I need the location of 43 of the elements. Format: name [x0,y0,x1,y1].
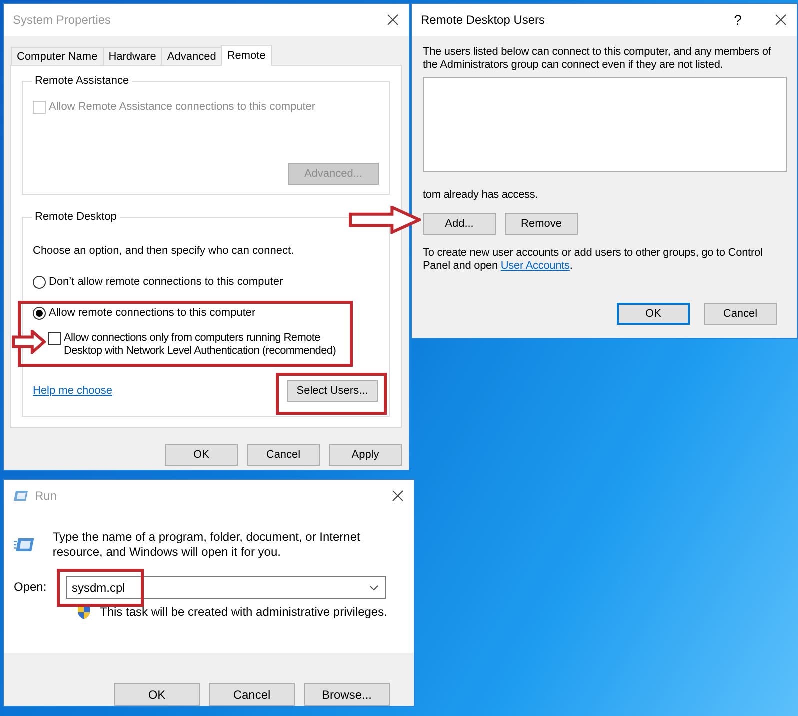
dialog-button[interactable]: OK [114,683,200,706]
dialog-button[interactable]: Browse... [304,683,390,706]
select-users-button[interactable]: Select Users... [287,380,378,402]
dialog-button[interactable]: OK [617,303,690,325]
checkbox[interactable] [48,332,61,345]
close-icon[interactable] [387,14,399,26]
user-accounts-link[interactable]: User Accounts [500,260,570,272]
dialog-button[interactable]: Cancel [247,444,320,466]
dialog-button[interactable]: OK [165,444,238,466]
radio-button[interactable] [33,276,46,289]
close-icon[interactable] [392,490,404,502]
dialog-button[interactable]: Cancel [209,683,295,706]
radio-label: Allow remote connections to this computer [49,307,256,320]
instruction-text: Choose an option, and then specify who can connect. [33,245,296,258]
checkbox-label: Allow connections only from computers running Remote Desktop with Network Level Authentication (recommended) [64,332,338,358]
open-combobox[interactable]: sysdm.cpl [66,576,386,599]
group-title: Remote Assistance [34,75,130,87]
uac-note: This task will be created with administrative privileges. [100,605,388,620]
dialog-button[interactable]: Cancel [704,303,777,325]
radio-label: Don’t allow remote connections to this computer [49,276,284,289]
shield-icon [77,605,91,620]
dialog-button[interactable]: Apply [329,444,402,466]
list-action-button[interactable]: Remove [505,213,578,235]
open-label: Open: [14,580,48,595]
help-button[interactable]: ? [727,12,749,28]
window-title: Run [35,489,58,503]
list-action-button[interactable]: Add... [423,213,496,235]
close-icon[interactable] [775,14,787,26]
group-title: Remote Desktop [34,211,118,223]
info-text: To create new user accounts or add users to other groups, go to Control Panel and open User Accounts. [423,247,764,273]
radio-button[interactable] [33,307,46,320]
description-text: The users listed below can connect to this computer, and any members of the Administrators group can connect even if they are not listed. [423,46,772,72]
window-title: System Properties [13,13,112,27]
run-description: Type the name of a program, folder, document, or Internet resource, and Windows will open it for you. [52,530,362,560]
status-text: tom already has access. [423,189,540,202]
chevron-down-icon[interactable] [369,584,379,590]
run-icon [13,490,29,502]
open-input[interactable]: sysdm.cpl [72,580,369,594]
checkbox-label: Allow Remote Assistance connections to this computer [49,101,316,114]
help-link[interactable]: Help me choose [33,385,112,397]
window-title: Remote Desktop Users [421,13,546,27]
tab[interactable]: Computer Name [11,47,104,65]
tab[interactable]: Remote [221,45,272,66]
